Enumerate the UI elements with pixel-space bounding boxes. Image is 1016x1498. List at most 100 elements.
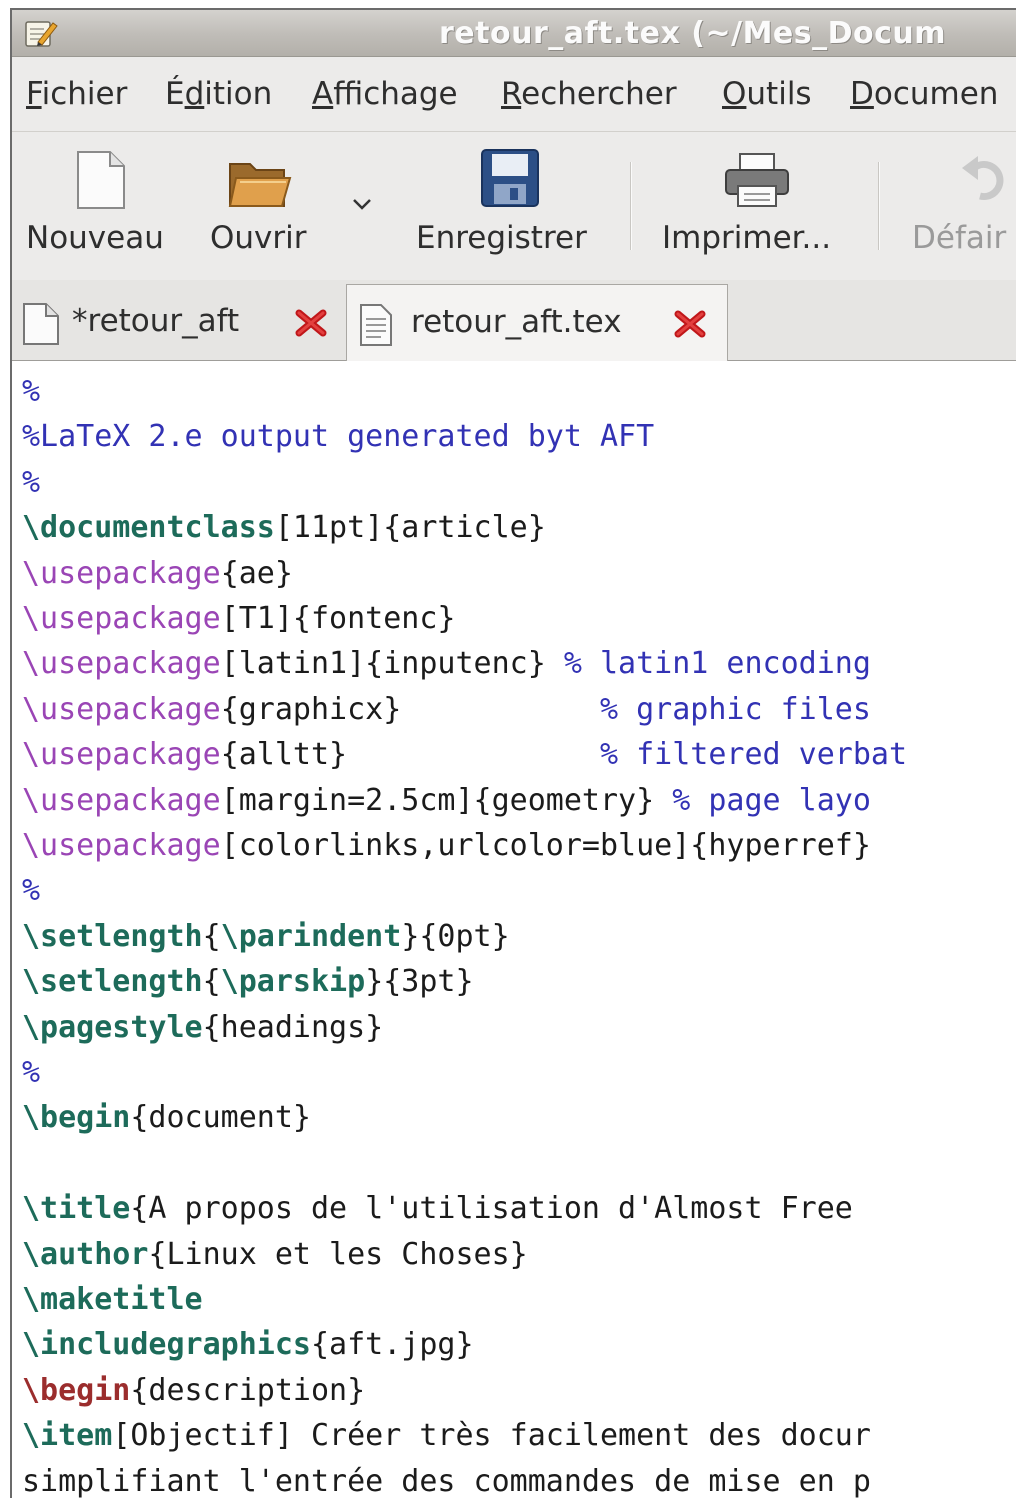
code-token: % filtered verbat xyxy=(599,737,908,773)
tab-retour-aft-unsaved[interactable]: *retour_aft xyxy=(12,288,342,360)
code-line: \usepackage{graphicx} % graphic files xyxy=(22,687,871,732)
code-line: \usepackage{alltt} % filtered verbat xyxy=(22,732,907,777)
code-line: %LaTeX 2.e output generated byt AFT xyxy=(22,414,654,459)
code-line: \usepackage[margin=2.5cm]{geometry} % pa… xyxy=(22,778,871,823)
window-title: retour_aft.tex (~/Mes_Docum xyxy=(439,16,947,51)
code-token: \pagestyle xyxy=(22,1009,203,1045)
code-token: {Linux et les Choses} xyxy=(148,1236,528,1272)
print-button[interactable]: Imprimer... xyxy=(652,132,862,280)
code-token: %LaTeX 2.e output generated byt AFT xyxy=(22,419,655,455)
code-line: \usepackage[T1]{fontenc} xyxy=(22,596,456,641)
code-line: \setlength{\parindent}{0pt} xyxy=(22,914,510,959)
code-token: \setlength xyxy=(22,918,203,954)
menu-fichier[interactable]: Fichier xyxy=(26,76,127,112)
code-token: % xyxy=(22,873,41,909)
code-line: \title{A propos de l'utilisation d'Almos… xyxy=(22,1186,853,1231)
code-line: \pagestyle{headings} xyxy=(22,1005,383,1050)
code-line: \documentclass[11pt]{article} xyxy=(22,505,546,550)
code-token: % page layo xyxy=(672,782,871,818)
menu-mnemonic: d xyxy=(184,76,205,112)
menu-label-prefix: É xyxy=(165,76,185,112)
open-button-label: Ouvrir xyxy=(210,220,307,256)
code-token: simplifiant l'entrée des commandes de mi… xyxy=(22,1463,871,1498)
code-line: % xyxy=(22,1050,40,1095)
tab-label: retour_aft.tex xyxy=(411,304,622,340)
toolbar-separator xyxy=(878,162,880,250)
code-line: \begin{description} xyxy=(22,1368,365,1413)
menu-documents[interactable]: Documen xyxy=(850,76,998,112)
menu-label: echercher xyxy=(521,76,677,112)
code-line: \setlength{\parskip}{3pt} xyxy=(22,959,474,1004)
menu-mnemonic: D xyxy=(850,76,874,112)
menu-mnemonic: F xyxy=(26,76,42,112)
menu-label: ffichage xyxy=(333,76,458,112)
code-token: { xyxy=(202,918,221,954)
menu-mnemonic: R xyxy=(501,76,522,112)
code-token: {document} xyxy=(130,1100,311,1136)
code-token: { xyxy=(202,964,221,1000)
code-token: [T1]{fontenc} xyxy=(220,601,456,636)
new-button[interactable]: Nouveau xyxy=(12,132,192,280)
code-token: \parindent xyxy=(220,918,402,954)
menu-affichage[interactable]: Affichage xyxy=(312,76,458,112)
menu-outils[interactable]: Outils xyxy=(722,76,812,112)
text-editor-app-icon xyxy=(24,18,58,48)
close-tab-icon[interactable] xyxy=(294,308,328,342)
code-token: \usepackage xyxy=(22,828,221,863)
menu-rechercher[interactable]: Rechercher xyxy=(501,76,677,112)
gedit-window: retour_aft.tex (~/Mes_Docum Fichier Édit… xyxy=(10,8,1016,1498)
code-token: [margin=2.5cm]{geometry} xyxy=(220,782,673,818)
code-token: [colorlinks,urlcolor=blue]{hyperref} xyxy=(220,828,871,863)
code-token: \begin xyxy=(22,1372,131,1408)
code-token: [latin1]{inputenc} xyxy=(220,646,564,682)
code-token: % xyxy=(22,464,41,500)
folder-open-icon xyxy=(228,154,292,214)
undo-icon xyxy=(960,152,1010,206)
save-button[interactable]: Enregistrer xyxy=(412,132,617,280)
code-token: \usepackage xyxy=(22,737,221,773)
code-token: \begin xyxy=(22,1100,131,1136)
open-button[interactable]: Ouvrir xyxy=(202,132,322,280)
title-bar[interactable]: retour_aft.tex (~/Mes_Docum xyxy=(12,10,1016,57)
code-token: {ae} xyxy=(220,555,293,591)
code-token: % xyxy=(22,374,41,409)
undo-button-label: Défair xyxy=(912,220,1007,256)
undo-button[interactable]: Défair xyxy=(900,132,1016,280)
text-editor-area[interactable]: % %LaTeX 2.e output generated byt AFT% \do… xyxy=(12,361,1016,1498)
code-line: \includegraphics{aft.jpg} xyxy=(22,1322,474,1367)
toolbar-separator xyxy=(630,162,632,250)
close-tab-icon[interactable] xyxy=(673,309,707,343)
tab-label: *retour_aft xyxy=(72,303,240,339)
menu-label: ition xyxy=(204,76,273,112)
menu-edition[interactable]: Édition xyxy=(165,76,272,112)
code-line: \begin{document} xyxy=(22,1095,311,1140)
code-token: \item xyxy=(22,1418,113,1454)
code-token: \documentclass xyxy=(22,510,275,546)
code-token: \parskip xyxy=(220,964,366,1000)
print-button-label: Imprimer... xyxy=(662,220,832,256)
code-token: \author xyxy=(22,1236,149,1272)
toolbar: Nouveau Ouvrir Enregistrer Imprimer... D… xyxy=(12,132,1016,281)
code-token: \usepackage xyxy=(22,691,221,727)
code-token: \usepackage xyxy=(22,782,221,818)
code-token: \usepackage xyxy=(22,601,221,636)
printer-icon xyxy=(724,152,790,212)
tab-retour-aft-tex[interactable]: retour_aft.tex xyxy=(346,284,728,363)
document-icon xyxy=(22,302,60,350)
menu-label: ocumen xyxy=(873,76,999,112)
code-token: {description} xyxy=(130,1372,366,1408)
code-token: \includegraphics xyxy=(22,1327,311,1363)
code-token: \setlength xyxy=(22,964,203,1000)
code-token: \usepackage xyxy=(22,646,221,682)
open-recent-dropdown[interactable] xyxy=(342,132,386,280)
menu-label: ichier xyxy=(41,76,128,112)
code-line: % xyxy=(22,868,40,913)
code-token: }{0pt} xyxy=(401,918,510,954)
code-line: simplifiant l'entrée des commandes de mi… xyxy=(22,1459,871,1498)
save-button-label: Enregistrer xyxy=(416,220,587,256)
code-line: \usepackage[colorlinks,urlcolor=blue]{hy… xyxy=(22,823,871,868)
code-token: \title xyxy=(22,1191,131,1227)
code-token: \usepackage xyxy=(22,555,221,591)
code-line: \usepackage[latin1]{inputenc} % latin1 e… xyxy=(22,641,871,686)
code-token: {graphicx} xyxy=(220,691,600,727)
